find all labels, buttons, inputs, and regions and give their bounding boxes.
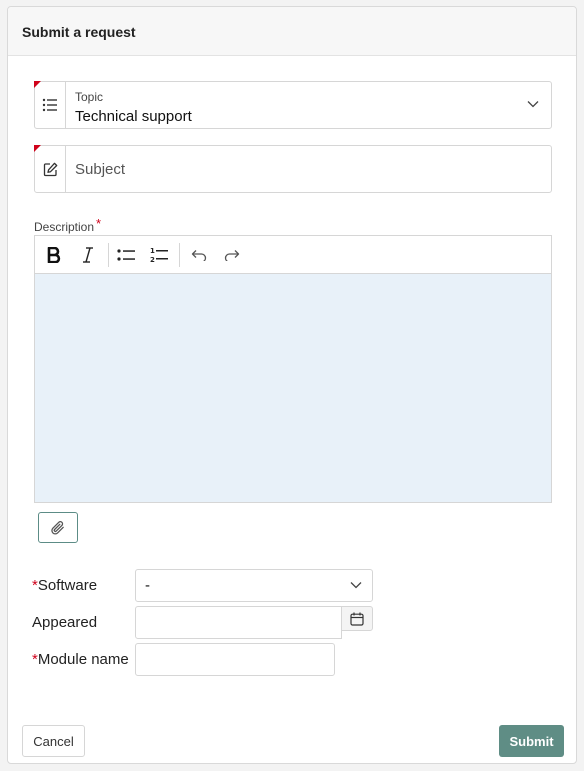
- appeared-label: Appeared: [32, 614, 98, 631]
- bullet-list-button[interactable]: [112, 241, 140, 269]
- module-name-input[interactable]: [135, 643, 335, 676]
- required-star: *: [96, 216, 102, 231]
- topic-icon-cell: [35, 82, 66, 128]
- module-name-label: Module name: [37, 651, 129, 668]
- calendar-icon: [350, 612, 364, 626]
- undo-button[interactable]: [185, 241, 213, 269]
- topic-select[interactable]: Topic Technical support: [34, 81, 552, 129]
- edit-icon: [43, 162, 57, 176]
- attach-file-button[interactable]: [38, 512, 78, 543]
- software-label-row: *Software: [32, 577, 97, 594]
- subject-field: [34, 145, 552, 193]
- appeared-date-input[interactable]: [135, 606, 342, 639]
- date-picker-button[interactable]: [341, 606, 373, 631]
- chevron-down-icon: [527, 101, 539, 108]
- topic-value: Technical support: [75, 108, 192, 125]
- bullet-list-icon: [117, 249, 135, 261]
- numbered-list-button[interactable]: 1 2: [145, 241, 173, 269]
- editor-toolbar: 1 2: [35, 236, 551, 274]
- module-name-label-row: *Module name: [32, 651, 129, 668]
- software-label: Software: [37, 577, 98, 594]
- page-title: Submit a request: [22, 24, 136, 40]
- list-icon: [42, 98, 57, 112]
- bold-icon: [47, 247, 61, 263]
- description-editor: 1 2: [34, 235, 552, 503]
- svg-text:1: 1: [150, 247, 155, 255]
- software-value: -: [145, 577, 150, 594]
- svg-text:2: 2: [150, 256, 155, 263]
- panel-header: Submit a request: [8, 7, 576, 56]
- redo-icon: [224, 250, 240, 261]
- cancel-button[interactable]: Cancel: [22, 725, 85, 757]
- chevron-down-icon: [350, 582, 362, 589]
- description-label-row: Description *: [34, 216, 102, 234]
- toolbar-divider: [179, 243, 180, 267]
- submit-button[interactable]: Submit: [499, 725, 564, 757]
- subject-icon-cell: [35, 146, 66, 192]
- numbered-list-icon: 1 2: [150, 247, 168, 263]
- redo-button[interactable]: [218, 241, 246, 269]
- subject-input[interactable]: [67, 146, 551, 192]
- software-select[interactable]: -: [135, 569, 373, 602]
- undo-icon: [191, 250, 207, 261]
- request-form-panel: Submit a request Topic Technical support: [7, 6, 577, 764]
- italic-icon: [83, 247, 93, 263]
- italic-button[interactable]: [74, 241, 102, 269]
- toolbar-divider: [108, 243, 109, 267]
- paperclip-icon: [51, 520, 64, 534]
- bold-button[interactable]: [40, 241, 68, 269]
- topic-label: Topic: [75, 90, 104, 104]
- description-label: Description: [34, 220, 95, 234]
- description-text-area[interactable]: [35, 274, 551, 502]
